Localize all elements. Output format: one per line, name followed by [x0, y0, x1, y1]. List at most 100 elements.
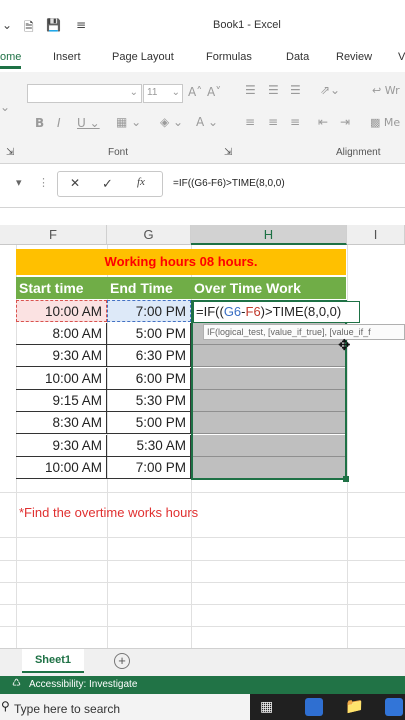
- cell-end-time[interactable]: 6:00 PM: [107, 368, 191, 390]
- sheet-tab-bar: Sheet1 +: [0, 648, 405, 676]
- enter-icon[interactable]: ✓: [102, 176, 113, 192]
- cell-start-time[interactable]: 8:30 AM: [16, 412, 107, 434]
- wrap-text-button[interactable]: ↩ Wr: [372, 84, 400, 97]
- chevron-down-icon: ⌄: [129, 87, 138, 98]
- fill-color-icon[interactable]: ◈ ⌄: [160, 115, 183, 129]
- column-header-h[interactable]: H: [191, 225, 347, 245]
- column-header-i[interactable]: I: [347, 225, 405, 245]
- align-left-icon[interactable]: ≡: [245, 115, 255, 129]
- tab-view[interactable]: V: [398, 51, 405, 63]
- worksheet-grid[interactable]: F G H I Working hours 08 hours. Start ti…: [0, 208, 405, 648]
- grow-font-icon[interactable]: A˄: [188, 85, 202, 99]
- quick-access-chevron-icon[interactable]: ⌄: [2, 18, 12, 32]
- mouse-cursor-icon: ✥: [338, 336, 351, 354]
- column-header-f[interactable]: F: [0, 225, 107, 245]
- align-right-icon[interactable]: ≡: [290, 115, 300, 129]
- cell-start-time[interactable]: 9:30 AM: [16, 345, 107, 367]
- cancel-icon[interactable]: ✕: [70, 176, 80, 190]
- cell-start-time[interactable]: 10:00 AM: [16, 300, 107, 322]
- cell-overtime[interactable]: [191, 457, 346, 479]
- cell-start-time[interactable]: 8:00 AM: [16, 323, 107, 345]
- cell-overtime[interactable]: [191, 390, 346, 412]
- cell-overtime[interactable]: [191, 368, 346, 390]
- cell-end-time[interactable]: 5:30 AM: [107, 435, 191, 457]
- ribbon: ⌄ ⌄ 11 ⌄ A˄ A˅ ☰ ☰ ☰ ⇗⌄ ↩ Wr B I U ⌄ ▦ ⌄ …: [0, 72, 405, 164]
- file-explorer-icon[interactable]: 📁: [345, 697, 364, 715]
- gridline: [0, 537, 405, 538]
- merge-center-button[interactable]: ▩ Me: [370, 116, 400, 129]
- add-sheet-icon[interactable]: +: [114, 653, 130, 669]
- gridline: [0, 626, 405, 627]
- search-icon: ⚲: [1, 699, 10, 713]
- cell-end-time[interactable]: 7:00 PM: [107, 300, 191, 322]
- font-size-select[interactable]: 11 ⌄: [143, 84, 183, 103]
- tab-formulas[interactable]: Formulas: [206, 51, 252, 63]
- borders-icon[interactable]: ▦ ⌄: [116, 115, 141, 129]
- cell-end-time[interactable]: 5:00 PM: [107, 412, 191, 434]
- column-header-g[interactable]: G: [107, 225, 191, 245]
- active-cell-editor[interactable]: =IF((G6-F6)>TIME(8,0,0): [193, 301, 360, 323]
- taskbar: ⚲ Type here to search ▦ 📁: [0, 694, 405, 720]
- shrink-font-icon[interactable]: A˅: [207, 85, 221, 99]
- fill-handle[interactable]: [343, 476, 349, 482]
- cell-overtime[interactable]: [191, 435, 346, 457]
- customize-qat-icon[interactable]: ≡: [76, 18, 86, 32]
- clipboard-launcher-icon[interactable]: ⇲: [6, 147, 14, 158]
- header-overtime[interactable]: Over Time Work: [191, 277, 346, 299]
- search-placeholder: Type here to search: [14, 702, 121, 716]
- increase-indent-icon[interactable]: ⇥: [340, 115, 350, 129]
- align-center-icon[interactable]: ≡: [268, 115, 278, 129]
- edge-browser-icon[interactable]: [305, 698, 323, 716]
- app-icon[interactable]: [385, 698, 403, 716]
- decrease-indent-icon[interactable]: ⇤: [318, 115, 328, 129]
- cell-end-time[interactable]: 7:00 PM: [107, 457, 191, 479]
- header-start-time[interactable]: Start time: [16, 277, 107, 299]
- tab-home[interactable]: ome: [0, 51, 22, 69]
- new-file-icon[interactable]: 🗎: [24, 18, 34, 39]
- font-name-select[interactable]: ⌄: [27, 84, 142, 103]
- status-bar: ♺ Accessibility: Investigate: [0, 676, 405, 694]
- accessibility-status[interactable]: Accessibility: Investigate: [29, 679, 137, 690]
- header-end-time[interactable]: End Time: [107, 277, 191, 299]
- task-view-icon[interactable]: ▦: [260, 698, 273, 715]
- clipboard-dropdown-icon[interactable]: ⌄: [0, 100, 10, 114]
- gridline: [0, 582, 405, 583]
- cell-end-time[interactable]: 6:30 PM: [107, 345, 191, 367]
- align-middle-icon[interactable]: ☰: [268, 83, 279, 97]
- tab-insert[interactable]: Insert: [53, 51, 81, 63]
- align-bottom-icon[interactable]: ☰: [290, 83, 301, 97]
- tab-data[interactable]: Data: [286, 51, 309, 63]
- italic-icon[interactable]: I: [57, 116, 61, 130]
- accessibility-icon: ♺: [12, 678, 21, 689]
- banner-cell[interactable]: Working hours 08 hours.: [16, 249, 346, 275]
- cell-overtime[interactable]: [191, 345, 346, 367]
- cell-start-time[interactable]: 9:15 AM: [16, 390, 107, 412]
- cell-end-time[interactable]: 5:00 PM: [107, 323, 191, 345]
- align-top-icon[interactable]: ☰: [245, 83, 256, 97]
- taskbar-search-box[interactable]: ⚲ Type here to search: [0, 694, 250, 720]
- font-launcher-icon[interactable]: ⇲: [224, 147, 232, 158]
- cell-start-time[interactable]: 10:00 AM: [16, 368, 107, 390]
- underline-icon[interactable]: U ⌄: [77, 116, 100, 130]
- tab-page-layout[interactable]: Page Layout: [112, 51, 174, 63]
- function-tooltip: IF(logical_test, [value_if_true], [value…: [203, 324, 405, 340]
- insert-function-icon[interactable]: fx: [137, 176, 145, 188]
- font-color-icon[interactable]: A ⌄: [196, 115, 218, 129]
- chevron-down-icon: ⌄: [171, 87, 180, 98]
- instruction-note: *Find the overtime works hours: [19, 505, 199, 520]
- bold-icon[interactable]: B: [35, 116, 44, 130]
- formula-bar-divider-icon: ⋮: [38, 177, 49, 189]
- cell-end-time[interactable]: 5:30 PM: [107, 390, 191, 412]
- cell-start-time[interactable]: 9:30 AM: [16, 435, 107, 457]
- tab-review[interactable]: Review: [336, 51, 372, 63]
- save-icon[interactable]: 💾: [46, 18, 61, 32]
- name-box-dropdown-icon[interactable]: ▾: [16, 176, 22, 189]
- orientation-icon[interactable]: ⇗⌄: [320, 83, 340, 97]
- formula-bar: ▾ ⋮ ✕ ✓ fx =IF((G6-F6)>TIME(8,0,0): [0, 164, 405, 208]
- formula-input[interactable]: =IF((G6-F6)>TIME(8,0,0): [173, 178, 285, 189]
- cell-start-time[interactable]: 10:00 AM: [16, 457, 107, 479]
- cell-overtime[interactable]: [191, 412, 346, 434]
- sheet-tab-sheet1[interactable]: Sheet1: [22, 649, 84, 673]
- title-bar: ⌄ 🗎 💾 ≡ Book1 - Excel: [0, 0, 405, 46]
- gridline: [0, 492, 405, 493]
